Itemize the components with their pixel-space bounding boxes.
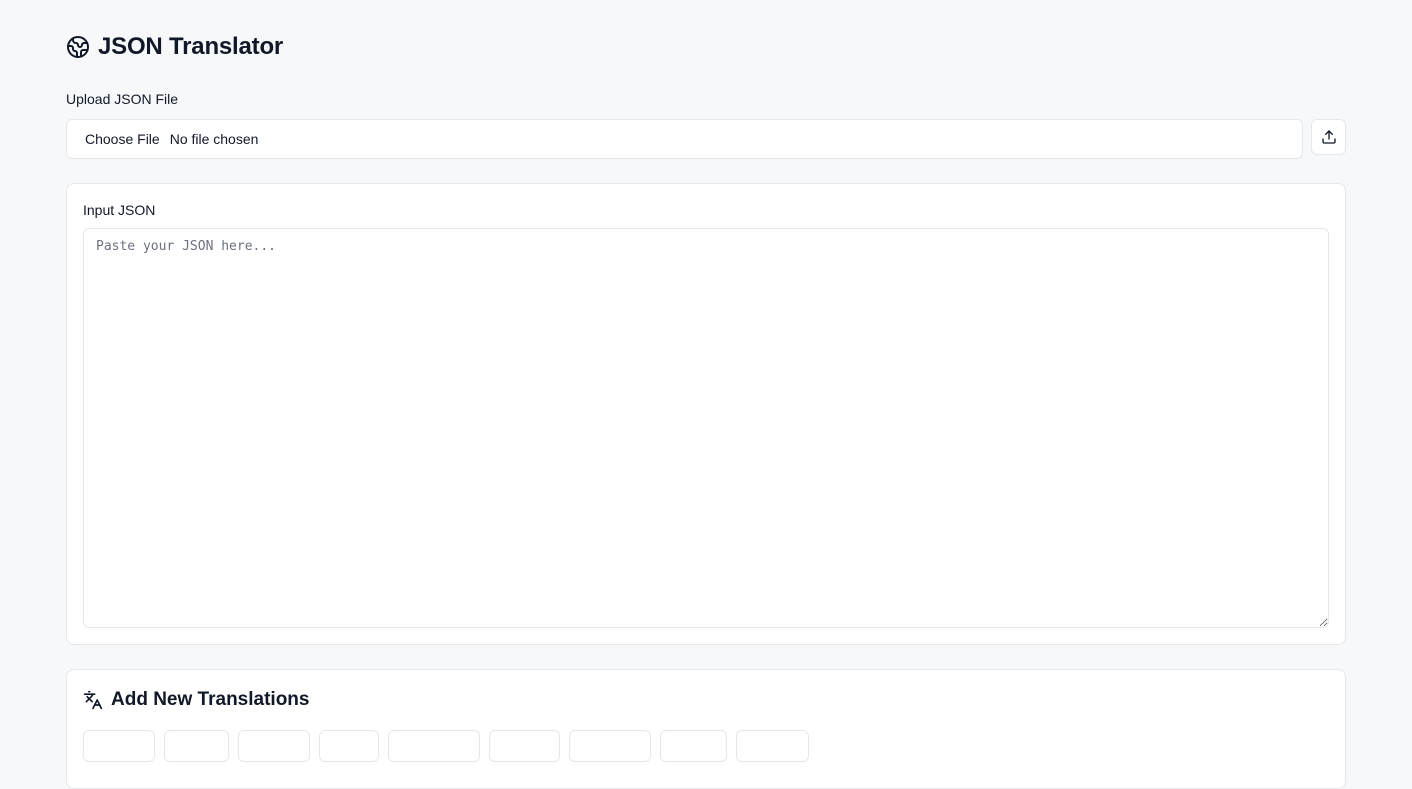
- choose-file-button[interactable]: Choose File: [85, 131, 160, 147]
- language-chip[interactable]: [319, 730, 379, 762]
- add-translations-card: Add New Translations: [66, 669, 1346, 789]
- upload-icon: [1321, 130, 1336, 144]
- file-status: No file chosen: [169, 131, 259, 147]
- languages-icon: [83, 690, 103, 710]
- globe-icon: [67, 36, 89, 58]
- language-chip[interactable]: [164, 730, 229, 762]
- language-chip-row: [83, 730, 809, 762]
- language-chip[interactable]: [388, 730, 480, 762]
- page-title: JSON Translator: [98, 33, 284, 60]
- language-chip[interactable]: [238, 730, 310, 762]
- language-chip[interactable]: [83, 730, 155, 762]
- language-chip[interactable]: [569, 730, 651, 762]
- input-json-card: Input JSON: [66, 183, 1346, 645]
- json-input-textarea[interactable]: [83, 228, 1329, 628]
- add-translations-header: Add New Translations: [83, 688, 309, 712]
- language-chip[interactable]: [660, 730, 727, 762]
- input-json-label: Input JSON: [83, 202, 156, 218]
- upload-button[interactable]: [1311, 119, 1346, 155]
- page-header: JSON Translator: [66, 30, 283, 64]
- language-chip[interactable]: [736, 730, 809, 762]
- language-chip[interactable]: [489, 730, 560, 762]
- upload-label: Upload JSON File: [66, 91, 179, 107]
- add-translations-title: Add New Translations: [111, 689, 310, 710]
- file-input[interactable]: Choose File No file chosen: [66, 119, 1303, 159]
